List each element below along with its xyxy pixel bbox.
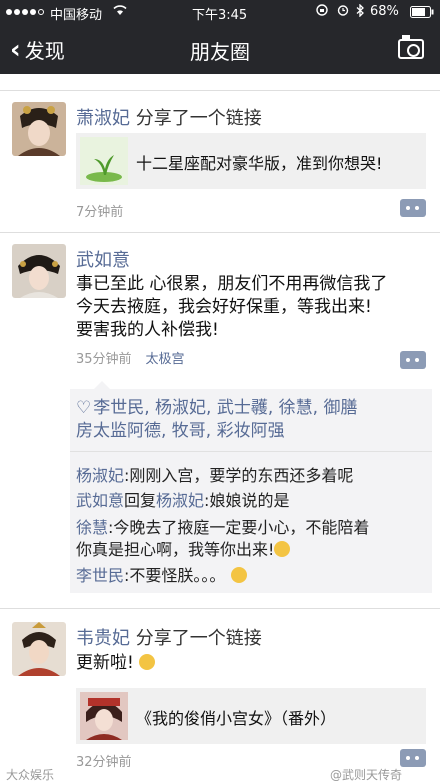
status-bar: 中国移动 下午3:45 68%: [0, 0, 440, 24]
likes-names[interactable]: 房太监阿德, 牧哥, 彩妆阿强: [76, 420, 426, 443]
post-text: 更新啦!: [76, 652, 416, 675]
post-author[interactable]: 韦贵妃 分享了一个链接: [76, 624, 262, 650]
signal-icon: [6, 9, 44, 15]
laughing-emoji-icon: [139, 654, 156, 670]
post-author[interactable]: 萧淑妃 分享了一个链接: [76, 104, 262, 130]
comment-item[interactable]: 李世民:不要怪朕。。。: [76, 565, 428, 587]
battery-icon: [410, 6, 434, 22]
link-thumbnail: [80, 137, 128, 185]
likes-names[interactable]: 李世民, 杨淑妃, 武士彠, 徐慧, 御膳: [93, 398, 357, 418]
post-text-line: 要害我的人补偿我!: [76, 320, 219, 340]
alarm-icon: [337, 4, 349, 20]
heart-icon: ♡: [76, 398, 92, 418]
worried-emoji-icon: [274, 541, 291, 557]
post-location[interactable]: 太极宫: [146, 352, 185, 367]
post-time: 7分钟前: [76, 205, 124, 220]
comment-action-button[interactable]: [400, 749, 426, 767]
author-name[interactable]: 萧淑妃: [76, 108, 130, 129]
link-title: 十二星座配对豪华版，准到你想哭!: [136, 154, 383, 173]
post-text: 事已至此 心很累，朋友们不用再微信我了 今天去掖庭，我会好好保重，等我出来! 要…: [76, 273, 416, 342]
reply-label: 回复: [124, 491, 157, 510]
wifi-icon: [112, 4, 128, 20]
comment-text: :不要怪朕。。。: [124, 566, 226, 585]
comment-text: :今晚去了掖庭一定要小心，不能陪着: [108, 518, 370, 537]
post-text-line: 更新啦!: [76, 653, 134, 673]
shy-emoji-icon: [230, 567, 247, 583]
commenter-name[interactable]: 徐慧: [76, 518, 108, 537]
watermark-right: @武则天传奇: [330, 768, 403, 782]
divider: [0, 90, 440, 91]
post-meta: 35分钟前 太极宫: [76, 348, 185, 367]
comment-item[interactable]: 徐慧:今晚去了掖庭一定要小心，不能陪着 你真是担心啊，我等你出来!: [76, 517, 428, 561]
comment-text: :刚刚入宫，要学的东西还多着呢: [124, 466, 354, 485]
post-text-line: 事已至此 心很累，朋友们不用再微信我了: [76, 274, 388, 294]
comment-item[interactable]: 武如意回复杨淑妃:娘娘说的是: [76, 490, 428, 512]
comment-action-button[interactable]: [400, 351, 426, 369]
commenter-name[interactable]: 李世民: [76, 566, 124, 585]
avatar-wei-guifei[interactable]: [12, 622, 66, 676]
likes-list: ♡ 李世民, 杨淑妃, 武士彠, 徐慧, 御膳 房太监阿德, 牧哥, 彩妆阿强: [76, 397, 426, 443]
shared-link-card[interactable]: 《我的俊俏小宫女》（番外）: [76, 688, 426, 744]
link-title: 《我的俊俏小宫女》（番外）: [136, 709, 337, 728]
page-title: 朋友圈: [190, 40, 250, 64]
carrier-label: 中国移动: [50, 8, 103, 23]
clock-time: 下午3:45: [192, 8, 248, 23]
author-name[interactable]: 韦贵妃: [76, 628, 130, 649]
divider: [0, 608, 440, 609]
nav-bar: ‹ 发现 朋友圈: [0, 24, 440, 74]
shared-link-card[interactable]: 十二星座配对豪华版，准到你想哭!: [76, 133, 426, 189]
divider: [70, 451, 432, 452]
comment-text-continued: 你真是担心啊，我等你出来!: [76, 540, 275, 559]
link-thumbnail: [80, 692, 128, 740]
likes-comments-box: ♡ 李世民, 杨淑妃, 武士彠, 徐慧, 御膳 房太监阿德, 牧哥, 彩妆阿强 杨…: [70, 381, 432, 593]
post-time: 32分钟前: [76, 755, 132, 770]
avatar-xiao-shufei[interactable]: [12, 102, 66, 156]
post-time: 35分钟前: [76, 352, 132, 367]
comment-action-button[interactable]: [400, 199, 426, 217]
divider: [0, 232, 440, 233]
watermark-left: 大众娱乐: [6, 768, 55, 782]
share-action-text: 分享了一个链接: [130, 108, 262, 129]
post-text-line: 今天去掖庭，我会好好保重，等我出来!: [76, 297, 372, 317]
comment-text: :娘娘说的是: [204, 491, 290, 510]
author-name[interactable]: 武如意: [76, 250, 130, 271]
commenter-name[interactable]: 杨淑妃: [76, 466, 124, 485]
reply-to-name[interactable]: 杨淑妃: [156, 491, 204, 510]
comment-item[interactable]: 杨淑妃:刚刚入宫，要学的东西还多着呢: [76, 465, 428, 487]
bluetooth-icon: [355, 3, 365, 21]
rotation-lock-icon: [316, 4, 328, 20]
commenter-name[interactable]: 武如意: [76, 491, 124, 510]
avatar-wu-ruyi[interactable]: [12, 244, 66, 298]
camera-icon[interactable]: [398, 35, 424, 59]
battery-percent: 68%: [370, 4, 399, 19]
post-author[interactable]: 武如意: [76, 246, 130, 272]
share-action-text: 分享了一个链接: [130, 628, 262, 649]
